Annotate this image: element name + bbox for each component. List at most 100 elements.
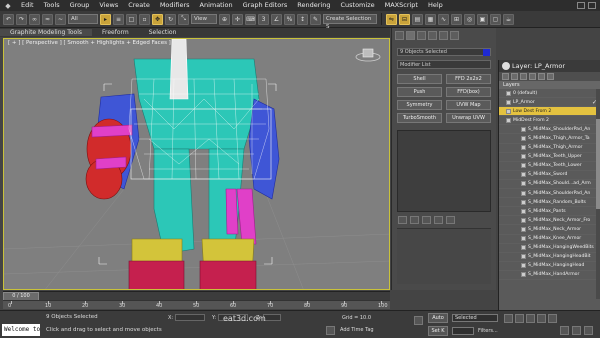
- turbosmooth-button[interactable]: TurboSmooth: [397, 113, 442, 123]
- move-icon[interactable]: ✥: [152, 13, 163, 25]
- spinner-snap-icon[interactable]: ↕: [297, 13, 308, 25]
- viewcube-icon[interactable]: [355, 47, 381, 63]
- select-by-name-icon[interactable]: ≡: [113, 13, 124, 25]
- maxscript-listener[interactable]: Welcome to: [2, 324, 40, 336]
- time-slider[interactable]: 0 / 100: [3, 291, 390, 301]
- material-editor-icon[interactable]: ◎: [464, 13, 475, 25]
- layer-row[interactable]: S_MidMax_Knee_Armor: [499, 235, 600, 244]
- ffd-2x2x2-button[interactable]: FFD 2x2x2: [446, 74, 491, 84]
- link-icon[interactable]: ∞: [29, 13, 40, 25]
- display-tab-icon[interactable]: [439, 31, 448, 40]
- layer-row[interactable]: S_MidMax_Sword: [499, 171, 600, 180]
- percent-snap-icon[interactable]: %: [284, 13, 295, 25]
- layer-row[interactable]: MidDest From 2: [499, 116, 600, 126]
- play-icon[interactable]: [526, 314, 535, 323]
- layer-row[interactable]: LP_Armor ✓: [499, 98, 600, 108]
- modify-tab-icon[interactable]: [406, 31, 415, 40]
- time-tag-icon[interactable]: [326, 326, 335, 335]
- perspective-viewport[interactable]: [ + ] [ Perspective ] [ Smooth + Highlig…: [3, 38, 390, 290]
- layer-row[interactable]: S_MidMax_ShoulderPad_An: [499, 125, 600, 135]
- auto-key-button[interactable]: Auto: [428, 313, 448, 323]
- layer-row[interactable]: S_MidMax_HangingHeadBit: [499, 253, 600, 262]
- layer-row[interactable]: S_MidMax_Thigh_Armor_Ta: [499, 134, 600, 144]
- curve-editor-icon[interactable]: ∿: [438, 13, 449, 25]
- hide-all-icon[interactable]: [538, 73, 545, 80]
- pin-stack-icon[interactable]: [398, 216, 407, 224]
- viewport-label[interactable]: [ + ] [ Perspective ] [ Smooth + Highlig…: [8, 40, 171, 46]
- add-to-layer-icon[interactable]: [511, 73, 518, 80]
- menu-create[interactable]: Create: [123, 0, 155, 11]
- minimize-icon[interactable]: [577, 2, 585, 9]
- menu-views[interactable]: Views: [94, 0, 123, 11]
- layer-scrollbar[interactable]: [596, 89, 600, 299]
- select-layer-icon[interactable]: [520, 73, 527, 80]
- key-filters-button[interactable]: Filters...: [478, 328, 498, 334]
- layer-row[interactable]: S_MidMax_HandArmor: [499, 271, 600, 280]
- hierarchy-tab-icon[interactable]: [417, 31, 426, 40]
- menu-modifiers[interactable]: Modifiers: [155, 0, 195, 11]
- layer-row[interactable]: S_MidMax_Should...ad_Arm: [499, 180, 600, 190]
- rotate-icon[interactable]: ↻: [165, 13, 176, 25]
- align-icon[interactable]: ⊟: [399, 13, 410, 25]
- layer-scrollbar-thumb[interactable]: [596, 119, 600, 209]
- zoom-icon[interactable]: [560, 326, 569, 335]
- layer-manager-icon[interactable]: ▤: [412, 13, 423, 25]
- set-key-icon[interactable]: [414, 316, 423, 325]
- modifier-list-dropdown[interactable]: Modifier List: [397, 60, 491, 69]
- app-logo-icon[interactable]: ◆: [0, 0, 16, 11]
- push-button[interactable]: Push: [397, 87, 442, 97]
- snap-icon[interactable]: 3: [258, 13, 269, 25]
- layer-row[interactable]: Low Dest From 2: [499, 107, 600, 117]
- layer-row[interactable]: S_MidMax_Neck_Armor_Fro: [499, 216, 600, 226]
- select-object-icon[interactable]: ▸: [100, 13, 111, 25]
- menu-rendering[interactable]: Rendering: [292, 0, 335, 11]
- render-icon[interactable]: ☕: [503, 13, 514, 25]
- tab-freeform[interactable]: Freeform: [92, 29, 139, 36]
- layer-row[interactable]: S_MidMax_HangingWeedBits: [499, 244, 600, 253]
- utilities-tab-icon[interactable]: [450, 31, 459, 40]
- manipulate-icon[interactable]: ✢: [232, 13, 243, 25]
- layer-row[interactable]: S_MidMax_Teeth_Upper: [499, 153, 600, 162]
- show-end-result-icon[interactable]: [410, 216, 419, 224]
- freeze-all-icon[interactable]: [547, 73, 554, 80]
- window-crossing-icon[interactable]: ▫: [139, 13, 150, 25]
- remove-modifier-icon[interactable]: [434, 216, 443, 224]
- previous-frame-icon[interactable]: [515, 314, 524, 323]
- unwrap-uvw-button[interactable]: Unwrap UVW: [446, 113, 491, 123]
- make-unique-icon[interactable]: [422, 216, 431, 224]
- add-time-tag[interactable]: Add Time Tag: [340, 327, 374, 333]
- graphite-toggle-icon[interactable]: ▦: [425, 13, 436, 25]
- render-setup-icon[interactable]: ▣: [477, 13, 488, 25]
- schematic-view-icon[interactable]: ⊞: [451, 13, 462, 25]
- set-key-button[interactable]: Set K: [428, 326, 448, 336]
- next-frame-icon[interactable]: [537, 314, 546, 323]
- object-color-swatch[interactable]: [483, 49, 490, 56]
- layer-row[interactable]: S_MidMax_ShoulderPad_An: [499, 189, 600, 199]
- redo-icon[interactable]: ↷: [16, 13, 27, 25]
- create-tab-icon[interactable]: [395, 31, 404, 40]
- uvw-map-button[interactable]: UVW Map: [446, 100, 491, 110]
- layer-row[interactable]: S_MidMax_Neck_Armor: [499, 225, 600, 235]
- highlight-layer-icon[interactable]: [529, 73, 536, 80]
- orbit-icon[interactable]: [572, 326, 581, 335]
- menu-customize[interactable]: Customize: [335, 0, 379, 11]
- unlink-icon[interactable]: ≈: [42, 13, 53, 25]
- layer-row[interactable]: 0 (default): [499, 89, 600, 99]
- rect-selection-icon[interactable]: □: [126, 13, 137, 25]
- object-name-field[interactable]: 9 Objects Selected: [397, 48, 491, 56]
- reference-coordinate-dropdown[interactable]: View: [191, 14, 217, 24]
- keyboard-shortcut-icon[interactable]: ⌨: [245, 13, 256, 25]
- motion-tab-icon[interactable]: [428, 31, 437, 40]
- coord-x-field[interactable]: [174, 314, 205, 321]
- go-to-end-icon[interactable]: [548, 314, 557, 323]
- layer-row[interactable]: S_MidMax_Pants: [499, 207, 600, 217]
- key-mode-dropdown[interactable]: Selected: [452, 314, 498, 322]
- ffd-box-button[interactable]: FFD(box): [446, 87, 491, 97]
- mirror-icon[interactable]: ⇋: [386, 13, 397, 25]
- menu-group[interactable]: Group: [65, 0, 95, 11]
- maximize-viewport-icon[interactable]: [584, 326, 593, 335]
- edit-named-selection-icon[interactable]: ✎: [310, 13, 321, 25]
- menu-tools[interactable]: Tools: [39, 0, 65, 11]
- menu-help[interactable]: Help: [423, 0, 448, 11]
- named-selection-set-field[interactable]: Create Selection S: [323, 14, 377, 30]
